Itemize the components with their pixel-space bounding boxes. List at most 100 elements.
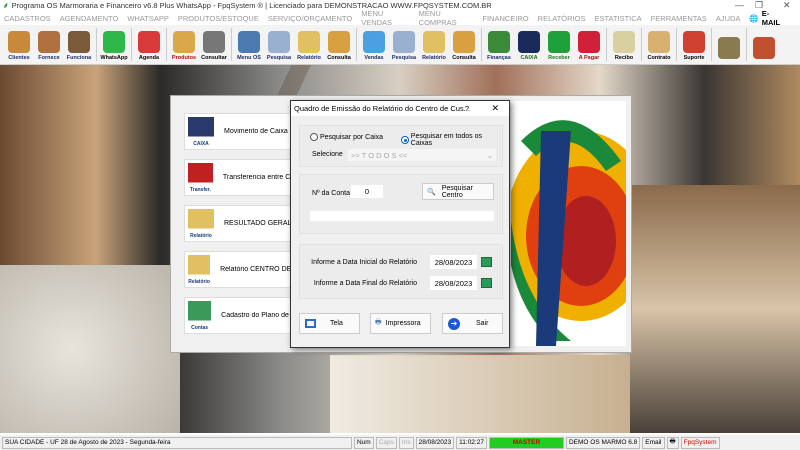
side-menu-button[interactable]: CAIXA Movimento de Caixa (184, 113, 304, 150)
help-button[interactable]: ? (465, 104, 469, 113)
toolbar-icon (203, 31, 225, 53)
toolbar-button[interactable]: Consultar (199, 25, 229, 64)
toolbar-button[interactable]: CAIXA (514, 25, 544, 64)
toolbar-button[interactable]: Receber (544, 25, 574, 64)
data-final-input[interactable]: 28/08/2023 (430, 276, 477, 290)
toolbar-label: Pesquisa (266, 55, 292, 61)
toolbar-button[interactable]: Agenda (134, 25, 164, 64)
menu-item[interactable]: WHATSAPP (127, 14, 169, 23)
toolbar-icon (298, 31, 320, 53)
radio-pesquisar-todos[interactable]: Pesquisar em todos os Caixas (401, 133, 502, 147)
button-label: Impressora (385, 320, 421, 327)
toolbar-icon (138, 31, 160, 53)
side-menu-button[interactable]: Transfer. Transferencia entre Caixas (184, 159, 304, 196)
status-email[interactable]: Email (642, 436, 665, 449)
toolbar-button[interactable]: Relatório (419, 25, 449, 64)
side-menu-button[interactable]: ContasCadastro do Plano de Contas (184, 297, 304, 334)
menu-item[interactable]: AGENDAMENTO (60, 14, 119, 23)
calendar-icon[interactable] (481, 257, 492, 267)
exit-arrow-icon: ➔ (448, 317, 460, 330)
toolbar-label: Fornece (38, 55, 60, 61)
sair-button[interactable]: ➔ Sair (442, 313, 503, 334)
toolbar-button[interactable]: Produtos (169, 25, 199, 64)
caixa-select-value: >> T O D O S << (351, 150, 408, 160)
toolbar: Clientes Fornece Funciona WhatsApp Agenda Pro… (0, 25, 800, 65)
toolbar-icon (488, 31, 510, 53)
tela-button[interactable]: Tela (299, 313, 360, 334)
toolbar-button[interactable]: Pesquisa (389, 25, 419, 64)
datas-group: Informe a Data Inicial do Relatório 28/0… (299, 244, 503, 299)
button-label: Sair (476, 320, 489, 327)
toolbar-icon (548, 31, 570, 53)
toolbar-button[interactable]: Suporte (679, 25, 709, 64)
caixa-group: Pesquisar por Caixa Pesquisar em todos o… (299, 125, 503, 167)
side-menu-button[interactable]: RelatórioRelatório CENTRO DE CUSTO (184, 251, 304, 288)
menu-item[interactable]: CADASTROS (4, 14, 51, 23)
status-brand[interactable]: FpqSystem (680, 436, 720, 449)
caixa-select[interactable]: >> T O D O S << ⌄ (348, 149, 496, 161)
toolbar-button[interactable] (749, 25, 779, 64)
impressora-button[interactable]: 🖶 Impressora (370, 313, 431, 334)
app-logo-icon: ⸙ (3, 0, 9, 10)
toolbar-separator (481, 28, 482, 61)
toolbar-button[interactable]: Funciona (64, 25, 94, 64)
menu-item[interactable]: SERVIÇO/ORÇAMENTO (268, 14, 352, 23)
toolbar-label: Relatório (297, 55, 321, 61)
toolbar-icon (753, 37, 775, 59)
toolbar-icon (68, 31, 90, 53)
menu-item[interactable]: PRODUTOS/ESTOQUE (178, 14, 259, 23)
conta-label: Nº da Conta (312, 190, 350, 197)
toolbar-button[interactable]: Finanças (484, 25, 514, 64)
toolbar-button[interactable]: Consulta (449, 25, 479, 64)
toolbar-button[interactable]: Clientes (4, 25, 34, 64)
side-menu-button[interactable]: Relatório RESULTADO GERAL (184, 205, 304, 242)
toolbar-separator (356, 28, 357, 61)
toolbar-separator (641, 28, 642, 61)
toolbar-icon (268, 31, 290, 53)
minimize-button[interactable]: — (735, 0, 744, 10)
toolbar-button[interactable] (714, 25, 744, 64)
toolbar-button[interactable]: WhatsApp (99, 25, 129, 64)
toolbar-separator (606, 28, 607, 61)
toolbar-icon (38, 31, 60, 53)
radio-circle (401, 136, 409, 144)
radio-label: Pesquisar por Caixa (320, 133, 384, 141)
side-button-icon: Contas (188, 300, 212, 331)
menu-item[interactable]: FINANCEIRO (482, 14, 528, 23)
calendar-icon[interactable] (481, 278, 492, 288)
printer-icon: 🖶 (375, 319, 382, 326)
toolbar-icon (613, 31, 635, 53)
status-user: MASTER (488, 436, 564, 449)
menu-item[interactable]: AJUDA (716, 14, 741, 23)
dialog-close-button[interactable]: ✕ (491, 103, 499, 114)
radio-pesquisar-por-caixa[interactable]: Pesquisar por Caixa (310, 133, 383, 141)
toolbar-label: Clientes (8, 55, 30, 61)
data-final-label: Informe a Data Final do Relatório (313, 280, 417, 287)
toolbar-button[interactable]: Vendas (359, 25, 389, 64)
menu-item[interactable]: RELATÓRIOS (538, 14, 586, 23)
dialog-title-bar: Quadro de Emissão do Relatório do Centro… (291, 101, 509, 116)
pesquisar-centro-button[interactable]: 🔍 Pesquisar Centro (422, 183, 494, 200)
menu-item[interactable]: FERRAMENTAS (651, 14, 707, 23)
toolbar-icon (238, 31, 260, 53)
side-button-icon: Transfer. (188, 162, 213, 193)
search-icon: 🔍 (427, 188, 436, 196)
toolbar-button[interactable]: Relatório (294, 25, 324, 64)
menu-item[interactable]: ESTATISTICA (594, 14, 641, 23)
toolbar-separator (231, 28, 232, 61)
toolbar-button[interactable]: Menu OS (234, 25, 264, 64)
data-inicial-input[interactable]: 28/08/2023 (430, 255, 477, 269)
conta-input[interactable]: 0 (351, 185, 383, 198)
toolbar-button[interactable]: Contrato (644, 25, 674, 64)
screen-icon (305, 319, 316, 328)
toolbar-separator (96, 28, 97, 61)
icon-caption: Contas (191, 324, 209, 331)
printer-icon[interactable]: 🖶 (666, 436, 679, 449)
toolbar-button[interactable]: A Pagar (574, 25, 604, 64)
icon-caption: CAIXA (193, 140, 209, 147)
toolbar-button[interactable]: Recibo (609, 25, 639, 64)
toolbar-button[interactable]: Fornece (34, 25, 64, 64)
globe-icon: 🌐 (749, 13, 759, 23)
toolbar-button[interactable]: Consulta (324, 25, 354, 64)
toolbar-button[interactable]: Pesquisa (264, 25, 294, 64)
